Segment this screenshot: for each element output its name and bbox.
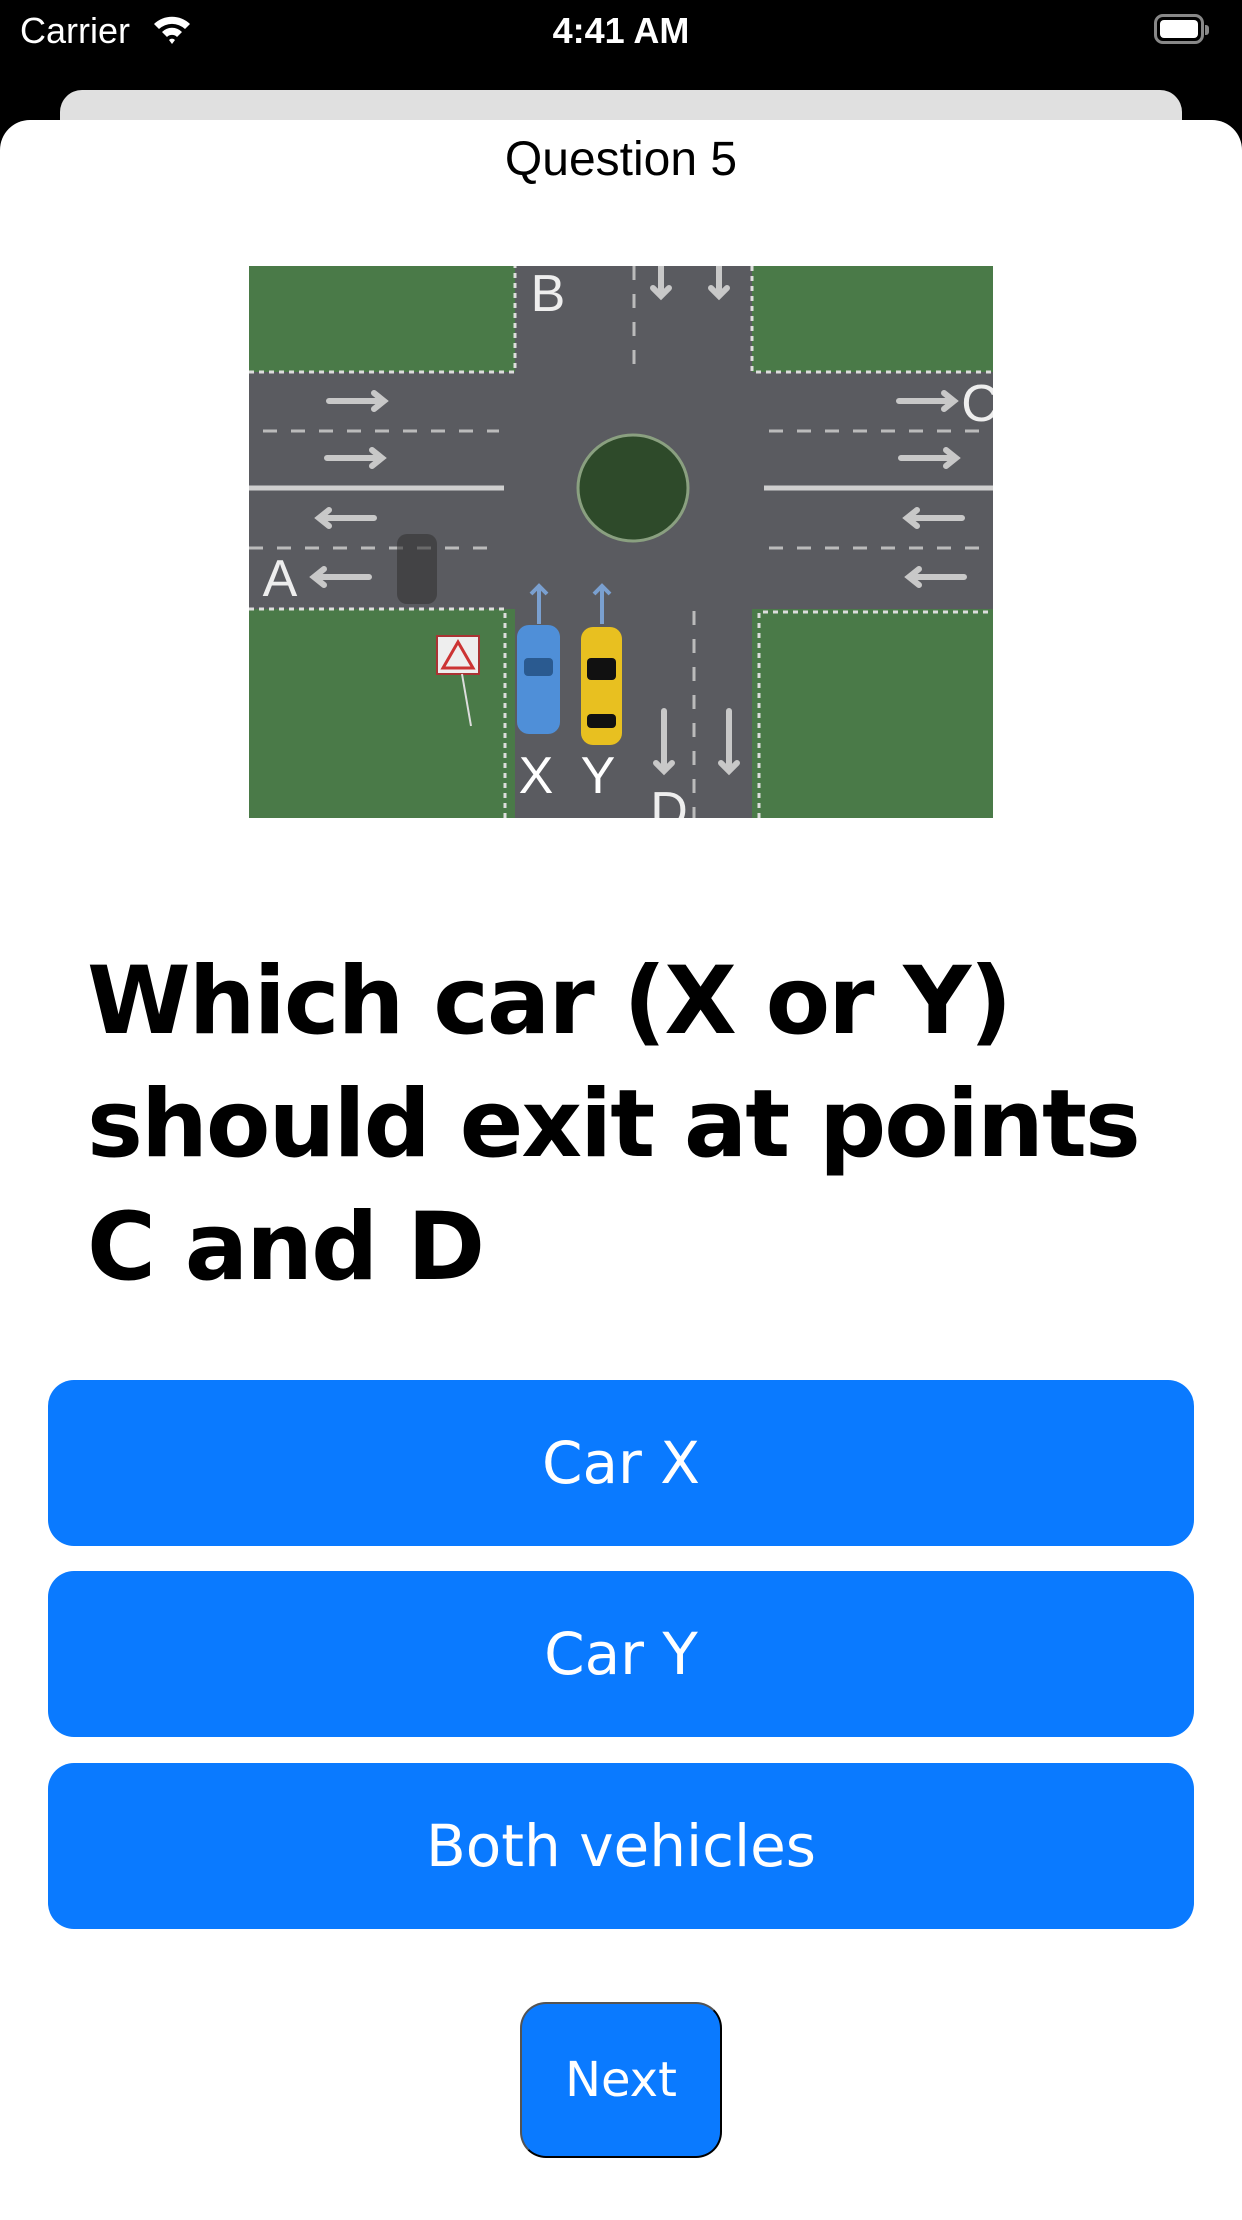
question-sheet: Question 5 B C A X Y D Which car (X or Y… [0,120,1242,2220]
image-label-c: C [961,375,993,433]
roundabout-diagram-image: B C A X Y D [249,266,993,818]
next-button[interactable]: Next [520,2002,722,2158]
battery-icon [1154,14,1209,44]
image-label-d: D [650,782,688,818]
image-label-a: A [263,550,298,608]
answer-button-car-x[interactable]: Car X [48,1380,1194,1546]
clock: 4:41 AM [552,10,690,51]
answer-button-both[interactable]: Both vehicles [48,1763,1194,1929]
answer-button-car-y[interactable]: Car Y [48,1571,1194,1737]
question-number: Question 5 [504,133,738,186]
status-bar: Carrier 4:41 AM [0,0,1242,84]
question-text: Which car (X or Y) should exit at points… [87,947,1141,1302]
image-label-x: X [519,747,554,805]
image-label-y: Y [581,747,616,805]
image-label-b: B [531,266,566,323]
